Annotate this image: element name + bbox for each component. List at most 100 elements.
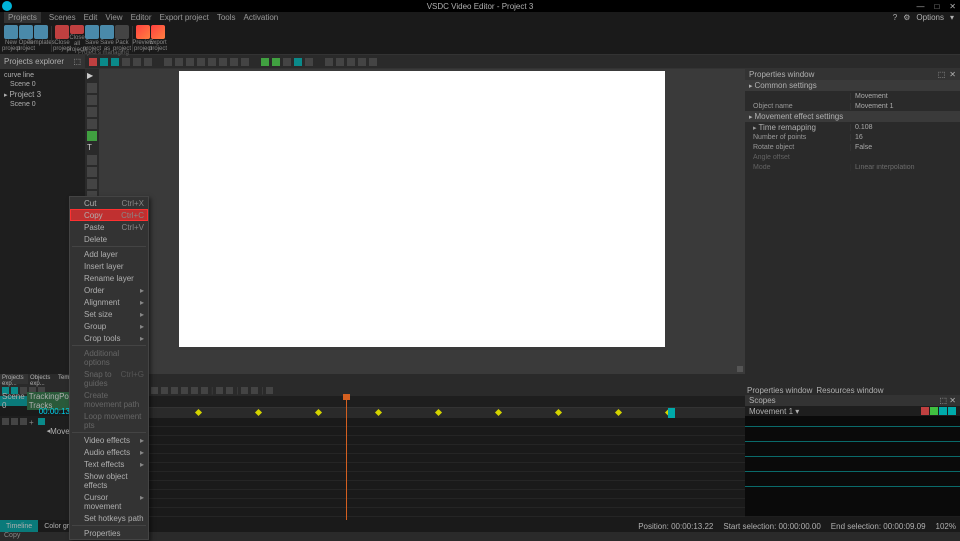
context-menu-item[interactable]: Text effects▸ bbox=[70, 458, 148, 470]
tool-x2-icon[interactable] bbox=[294, 58, 302, 66]
playhead[interactable] bbox=[346, 396, 347, 526]
minimize-button[interactable]: — bbox=[916, 2, 924, 11]
tool-stop-icon[interactable] bbox=[230, 58, 238, 66]
canvas-resize-handle[interactable] bbox=[737, 366, 743, 372]
menu-editor[interactable]: Editor bbox=[131, 13, 152, 22]
tool-next-icon[interactable] bbox=[219, 58, 227, 66]
menu-export[interactable]: Export project bbox=[160, 13, 209, 22]
options-label[interactable]: Options bbox=[916, 13, 944, 22]
tool-play-icon[interactable] bbox=[208, 58, 216, 66]
timeline-end-marker[interactable] bbox=[668, 408, 675, 418]
tl-mute-icon[interactable] bbox=[20, 418, 27, 425]
ellipse-tool-icon[interactable] bbox=[87, 119, 97, 129]
tool-x3-icon[interactable] bbox=[305, 58, 313, 66]
context-menu-item[interactable]: Alignment▸ bbox=[70, 296, 148, 308]
tab-properties-window[interactable]: Properties window bbox=[747, 386, 812, 395]
tool-y1-icon[interactable] bbox=[325, 58, 333, 66]
keyframe[interactable] bbox=[375, 409, 382, 416]
context-menu-item[interactable]: Video effects▸ bbox=[70, 434, 148, 446]
save-project-button[interactable]: Save project bbox=[85, 25, 99, 53]
tool-snap-icon[interactable] bbox=[175, 58, 183, 66]
menu-view[interactable]: View bbox=[105, 13, 122, 22]
cursor-tool-icon[interactable]: ▶ bbox=[87, 71, 97, 81]
menu-projects[interactable]: Projects bbox=[4, 12, 41, 23]
tree-item[interactable]: curve line bbox=[2, 71, 83, 80]
tl-eye-icon[interactable] bbox=[2, 418, 9, 425]
context-menu-item[interactable]: Set size▸ bbox=[70, 308, 148, 320]
context-menu-item[interactable]: Order▸ bbox=[70, 284, 148, 296]
tl-play-icon[interactable] bbox=[161, 387, 168, 394]
chart-tool-icon[interactable] bbox=[87, 155, 97, 165]
preview-button[interactable]: Preview project bbox=[136, 25, 150, 53]
tl-split-icon[interactable] bbox=[241, 387, 248, 394]
tl-prev-icon[interactable] bbox=[151, 387, 158, 394]
scopes-graph[interactable] bbox=[745, 416, 960, 516]
context-menu-item[interactable]: Rename layer bbox=[70, 272, 148, 284]
context-menu-item[interactable]: PasteCtrl+V bbox=[70, 221, 148, 233]
tree-item[interactable]: Scene 0 bbox=[2, 80, 83, 89]
shape-tool-icon[interactable] bbox=[87, 131, 97, 141]
tree-item[interactable]: Scene 0 bbox=[2, 100, 83, 109]
context-menu-item[interactable]: Audio effects▸ bbox=[70, 446, 148, 458]
tool-refresh-icon[interactable] bbox=[369, 58, 377, 66]
tab-resources-window[interactable]: Resources window bbox=[816, 386, 883, 395]
pack-project-button[interactable]: Pack project bbox=[115, 25, 129, 53]
tab-objects-exp[interactable]: Objects exp... bbox=[28, 374, 56, 384]
tl-pause-icon[interactable] bbox=[171, 387, 178, 394]
maximize-button[interactable]: □ bbox=[934, 2, 939, 11]
status-zoom[interactable]: 102% bbox=[936, 522, 956, 531]
tool-align-icon[interactable] bbox=[186, 58, 194, 66]
scope-green-icon[interactable] bbox=[930, 407, 938, 415]
context-menu-item[interactable]: Insert layer bbox=[70, 260, 148, 272]
keyframe[interactable] bbox=[615, 409, 622, 416]
context-menu-item[interactable]: Properties bbox=[70, 527, 148, 539]
prop-section-movement[interactable]: ▸ Movement effect settings bbox=[745, 111, 960, 122]
context-menu-item[interactable]: CopyCtrl+C bbox=[70, 209, 148, 221]
templates-button[interactable]: Templates bbox=[34, 25, 48, 53]
chevron-down-icon[interactable]: ▾ bbox=[950, 13, 954, 22]
rect-tool-icon[interactable] bbox=[87, 107, 97, 117]
tab-projects-exp[interactable]: Projects exp... bbox=[0, 374, 28, 384]
image-tool-icon[interactable] bbox=[87, 167, 97, 177]
close-panel-icon[interactable]: ✕ bbox=[949, 70, 956, 79]
tool-b-icon[interactable] bbox=[133, 58, 141, 66]
context-menu-item[interactable]: CutCtrl+X bbox=[70, 197, 148, 209]
tool-cut-icon[interactable] bbox=[89, 58, 97, 66]
export-button[interactable]: Export project bbox=[151, 25, 165, 53]
move-tool-icon[interactable] bbox=[87, 83, 97, 93]
video-tool-icon[interactable] bbox=[87, 179, 97, 189]
context-menu-item[interactable]: Set hotkeys path bbox=[70, 512, 148, 524]
explorer-pin-icon[interactable]: ⬚ bbox=[73, 57, 81, 66]
tl-next-icon[interactable] bbox=[191, 387, 198, 394]
close-button[interactable]: ✕ bbox=[949, 2, 956, 11]
new-project-button[interactable]: New project bbox=[4, 25, 18, 53]
tl-last-icon[interactable] bbox=[201, 387, 208, 394]
tl-mark-icon[interactable] bbox=[251, 387, 258, 394]
tl-lock-icon[interactable] bbox=[11, 418, 18, 425]
context-menu-item[interactable]: Add layer bbox=[70, 248, 148, 260]
tool-prev-icon[interactable] bbox=[197, 58, 205, 66]
scope-teal-icon[interactable] bbox=[939, 407, 947, 415]
tool-y3-icon[interactable] bbox=[347, 58, 355, 66]
help-icon[interactable]: ? bbox=[893, 13, 897, 22]
keyframe[interactable] bbox=[435, 409, 442, 416]
open-project-button[interactable]: Open project bbox=[19, 25, 33, 53]
tool-a-icon[interactable] bbox=[122, 58, 130, 66]
close-panel-icon[interactable]: ✕ bbox=[949, 396, 956, 405]
preview-canvas[interactable] bbox=[179, 71, 665, 347]
context-menu-item[interactable]: Crop tools▸ bbox=[70, 332, 148, 344]
tl-zoom-icon[interactable] bbox=[266, 387, 273, 394]
scopes-movement-select[interactable]: Movement 1 ▾ bbox=[749, 407, 799, 416]
keyframe[interactable] bbox=[495, 409, 502, 416]
keyframe[interactable] bbox=[195, 409, 202, 416]
scope-teal2-icon[interactable] bbox=[948, 407, 956, 415]
menu-activation[interactable]: Activation bbox=[244, 13, 279, 22]
menu-edit[interactable]: Edit bbox=[84, 13, 98, 22]
context-menu-item[interactable]: Cursor movement▸ bbox=[70, 491, 148, 512]
tool-x1-icon[interactable] bbox=[283, 58, 291, 66]
tool-c-icon[interactable] bbox=[144, 58, 152, 66]
save-as-button[interactable]: Save as bbox=[100, 25, 114, 53]
tl-cut-icon[interactable] bbox=[226, 387, 233, 394]
tl-fx-icon[interactable] bbox=[38, 418, 45, 425]
tool-down-icon[interactable] bbox=[272, 58, 280, 66]
